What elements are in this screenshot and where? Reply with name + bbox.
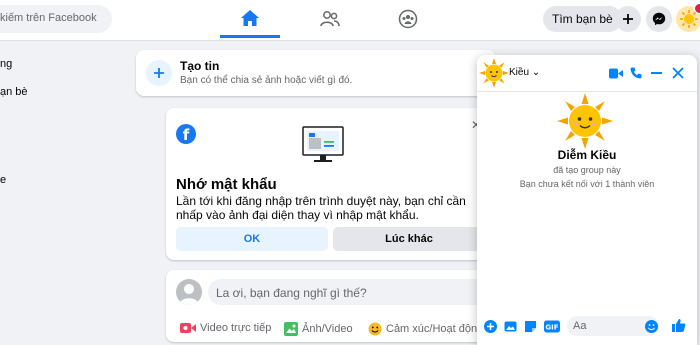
computer-illustration-icon — [302, 126, 344, 162]
default-avatar-icon — [179, 284, 199, 305]
chat-header[interactable]: Kiều ⌄ — [477, 55, 697, 92]
photo-video-label: Ảnh/Video — [302, 323, 353, 335]
story-subtitle: Bạn có thể chia sẻ ảnh hoặc viết gì đó. — [180, 75, 353, 86]
avatar[interactable] — [176, 279, 202, 305]
remember-password-card: f ✕ Nhớ mật khẩu Lần tới khi đăng nhập t… — [166, 108, 496, 260]
photo-video-button[interactable]: Ảnh/Video — [284, 322, 353, 336]
search-placeholder: kiếm trên Facebook — [0, 12, 97, 24]
plus-circle-icon[interactable] — [484, 320, 497, 333]
messenger-icon — [652, 12, 666, 26]
gif-icon[interactable]: GIF — [544, 320, 560, 333]
emoji-icon[interactable] — [645, 320, 658, 333]
sticker-icon[interactable] — [524, 320, 537, 333]
top-navigation-bar: kiếm trên Facebook Tìm bạn bè — [0, 0, 700, 41]
create-story-card[interactable]: Tạo tin Bạn có thể chia sẻ ảnh hoặc viết… — [136, 50, 496, 96]
feeling-activity-button[interactable]: Cảm xúc/Hoạt động — [368, 322, 483, 336]
sidebar-item-1[interactable]: ng — [0, 58, 12, 70]
account-avatar-button[interactable] — [676, 3, 700, 32]
chat-header-name: Kiều — [509, 67, 530, 78]
story-title: Tạo tin — [180, 59, 220, 73]
svg-text:GIF: GIF — [545, 324, 558, 332]
not-connected-text: Bạn chưa kết nối với 1 thành viên — [519, 179, 655, 189]
sidebar-item-3[interactable]: e — [0, 174, 6, 186]
feeling-activity-label: Cảm xúc/Hoạt động — [386, 323, 484, 335]
plus-icon — [623, 14, 633, 24]
card-title: Nhớ mật khẩu — [176, 176, 277, 193]
minimize-icon[interactable] — [651, 72, 662, 75]
card-body: Lần tới khi đăng nhập trên trình duyệt n… — [176, 194, 466, 222]
nav-tab-friends[interactable] — [300, 0, 360, 38]
close-icon[interactable] — [672, 67, 684, 79]
create-post-card: La ơi, bạn đang nghĩ gì thế? Video trực … — [166, 270, 496, 342]
contact-sun-avatar — [557, 93, 613, 149]
find-friends-button[interactable]: Tìm bạn bè — [543, 6, 622, 32]
chat-contact-name[interactable]: Kiều ⌄ — [509, 67, 540, 78]
created-group-text: đã tạo group này — [553, 165, 621, 175]
sidebar-item-friends[interactable]: ạn bè — [0, 86, 28, 98]
image-icon[interactable] — [504, 320, 517, 333]
facebook-logo-icon: f — [176, 124, 196, 144]
post-input[interactable]: La ơi, bạn đang nghĩ gì thế? — [208, 279, 488, 305]
create-button[interactable] — [615, 6, 641, 32]
contact-name: Diễm Kiều — [557, 148, 617, 162]
video-call-icon[interactable] — [609, 68, 623, 79]
phone-call-icon[interactable] — [630, 67, 642, 79]
chat-window: Kiều ⌄ Diễm Kiều đã tạo group này Bạn ch… — [477, 55, 697, 345]
home-icon — [241, 9, 259, 26]
message-placeholder: Aa — [573, 320, 587, 332]
search-input[interactable]: kiếm trên Facebook — [0, 5, 112, 33]
chevron-down-icon: ⌄ — [531, 67, 541, 78]
like-icon[interactable] — [671, 318, 686, 333]
create-story-button[interactable] — [146, 60, 172, 86]
post-placeholder: La ơi, bạn đang nghĩ gì thế? — [216, 286, 367, 300]
ok-button[interactable]: OK — [176, 227, 328, 251]
smiley-icon — [368, 322, 382, 336]
later-button[interactable]: Lúc khác — [333, 227, 485, 251]
notification-badge — [694, 3, 700, 14]
live-video-button[interactable]: Video trực tiếp — [180, 322, 271, 334]
live-video-icon — [180, 323, 196, 333]
plus-icon — [154, 68, 164, 78]
friends-icon — [320, 11, 340, 27]
messenger-button[interactable] — [646, 6, 672, 32]
nav-tab-groups[interactable] — [378, 0, 438, 38]
photo-icon — [284, 322, 298, 336]
nav-tab-home[interactable] — [220, 0, 280, 38]
live-video-label: Video trực tiếp — [200, 322, 272, 334]
sun-avatar-icon — [479, 58, 509, 88]
groups-icon — [398, 9, 418, 29]
